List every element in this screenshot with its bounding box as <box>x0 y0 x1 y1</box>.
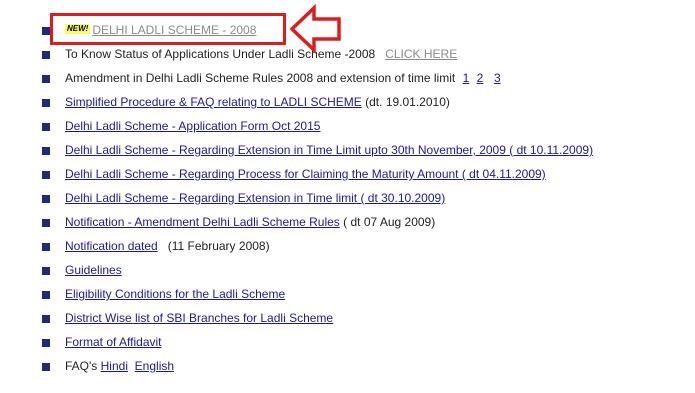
list-item: Delhi Ladli Scheme - Regarding Extension… <box>42 188 682 212</box>
bullet-icon <box>42 75 50 83</box>
click-here-link[interactable]: CLICK HERE <box>385 47 457 61</box>
amendment-link-1[interactable]: 1 <box>463 71 470 85</box>
bullet-icon <box>42 171 50 179</box>
application-form-link[interactable]: Delhi Ladli Scheme - Application Form Oc… <box>65 119 320 133</box>
bullet-icon <box>42 291 50 299</box>
scheme-link-list: NEW! DELHI LADLI SCHEME - 2008 To Know St… <box>42 20 682 380</box>
notification-dated-link[interactable]: Notification dated <box>65 239 158 253</box>
list-item: Notification - Amendment Delhi Ladli Sch… <box>42 212 682 236</box>
bullet-icon <box>42 99 50 107</box>
list-item: Notification dated (11 February 2008) <box>42 236 682 260</box>
maturity-amount-link[interactable]: Delhi Ladli Scheme - Regarding Process f… <box>65 167 546 181</box>
list-item: Guidelines <box>42 260 682 284</box>
list-item: Format of Affidavit <box>42 332 682 356</box>
faq-hindi-link[interactable]: Hindi <box>101 359 128 373</box>
list-item: Delhi Ladli Scheme - Regarding Process f… <box>42 164 682 188</box>
list-item: Delhi Ladli Scheme - Regarding Extension… <box>42 140 682 164</box>
arrow-left-icon <box>289 4 341 54</box>
highlight-box <box>50 13 286 45</box>
list-item: FAQ's Hindi English <box>42 356 682 380</box>
affidavit-format-link[interactable]: Format of Affidavit <box>65 335 162 349</box>
bullet-icon <box>42 123 50 131</box>
bullet-icon <box>42 339 50 347</box>
faq-label: FAQ's <box>65 359 98 373</box>
sbi-branches-link[interactable]: District Wise list of SBI Branches for L… <box>65 311 333 325</box>
date-suffix: (11 February 2008) <box>167 239 270 253</box>
bullet-icon <box>42 315 50 323</box>
bullet-icon <box>42 363 50 371</box>
list-item: Amendment in Delhi Ladli Scheme Rules 20… <box>42 68 682 92</box>
bullet-icon <box>42 195 50 203</box>
date-suffix: ( dt 07 Aug 2009) <box>343 215 436 229</box>
faq-english-link[interactable]: English <box>135 359 174 373</box>
eligibility-conditions-link[interactable]: Eligibility Conditions for the Ladli Sch… <box>65 287 285 301</box>
bullet-icon <box>42 51 50 59</box>
amendment-link-3[interactable]: 3 <box>494 71 501 85</box>
guidelines-link[interactable]: Guidelines <box>65 263 122 277</box>
simplified-procedure-link[interactable]: Simplified Procedure & FAQ relating to L… <box>65 95 362 109</box>
list-item: District Wise list of SBI Branches for L… <box>42 308 682 332</box>
amendment-text: Amendment in Delhi Ladli Scheme Rules 20… <box>65 71 456 85</box>
bullet-icon <box>42 267 50 275</box>
bullet-icon <box>42 243 50 251</box>
list-item: Delhi Ladli Scheme - Application Form Oc… <box>42 116 682 140</box>
amendment-link-2[interactable]: 2 <box>477 71 484 85</box>
bullet-icon <box>42 147 50 155</box>
list-item: Simplified Procedure & FAQ relating to L… <box>42 92 682 116</box>
notification-amendment-link[interactable]: Notification - Amendment Delhi Ladli Sch… <box>65 215 340 229</box>
bullet-icon <box>42 219 50 227</box>
list-item: Eligibility Conditions for the Ladli Sch… <box>42 284 682 308</box>
time-limit-extension-nov-link[interactable]: Delhi Ladli Scheme - Regarding Extension… <box>65 143 593 157</box>
time-limit-extension-oct-link[interactable]: Delhi Ladli Scheme - Regarding Extension… <box>65 191 445 205</box>
list-item: To Know Status of Applications Under Lad… <box>42 44 682 68</box>
date-suffix: (dt. 19.01.2010) <box>365 95 450 109</box>
bullet-icon <box>42 27 50 35</box>
